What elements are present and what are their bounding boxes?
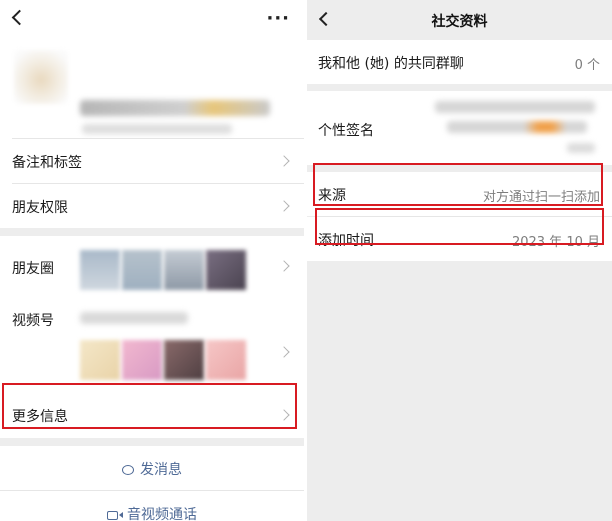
channel-thumbnail (206, 340, 246, 380)
chevron-right-icon (278, 200, 290, 212)
moments-thumbnail (206, 250, 246, 290)
blurred-name (80, 100, 270, 116)
chevron-right-icon (278, 155, 290, 167)
chevron-right-icon (278, 260, 290, 272)
channel-thumbnail (80, 340, 120, 380)
blurred-details (82, 124, 232, 134)
blurred-signature (435, 101, 595, 113)
section-gap (0, 228, 304, 236)
av-call-label: 音视频通话 (127, 507, 197, 521)
highlight-box-source (313, 163, 603, 206)
moments-thumbnail (122, 250, 162, 290)
channel-thumbnail (122, 340, 162, 380)
channel-thumbnail (164, 340, 204, 380)
signature-row: 个性签名 (307, 91, 612, 165)
blurred-channel-name (80, 312, 188, 324)
send-message-button[interactable]: 发消息 (0, 446, 304, 490)
send-message-label: 发消息 (140, 462, 182, 478)
more-icon[interactable]: ··· (266, 8, 290, 29)
remark-tags-row[interactable]: 备注和标签 (0, 139, 304, 183)
page-title: 社交资料 (431, 14, 488, 30)
contact-profile-panel: ··· 备注和标签 朋友权限 朋友圈 视频号 更多信息 发消息 音视频通话 (0, 0, 304, 521)
common-groups-label: 我和他 (她) 的共同群聊 (318, 56, 464, 72)
blurred-signature (567, 143, 595, 153)
top-nav-bar: ··· (0, 0, 304, 40)
section-gap (0, 438, 304, 446)
friend-permission-label: 朋友权限 (12, 200, 68, 216)
video-call-icon (107, 511, 123, 520)
profile-header (0, 40, 304, 138)
moments-thumbnails (80, 250, 246, 290)
friend-permission-row[interactable]: 朋友权限 (0, 184, 304, 228)
top-nav-bar: 社交资料 (307, 0, 612, 40)
highlight-box-added-time (315, 208, 604, 245)
chevron-right-icon (278, 346, 290, 358)
chat-bubble-icon (122, 465, 134, 475)
highlight-box-more-info (2, 383, 297, 429)
avatar[interactable] (14, 50, 68, 104)
signature-label: 个性签名 (318, 123, 374, 139)
blurred-signature (447, 121, 587, 133)
common-groups-value: 0 个 (574, 58, 600, 73)
moments-thumbnail (164, 250, 204, 290)
moments-thumbnail (80, 250, 120, 290)
channels-row[interactable]: 视频号 (0, 296, 304, 392)
channel-thumbnails (80, 340, 246, 380)
moments-label: 朋友圈 (12, 261, 54, 277)
social-profile-panel: 社交资料 我和他 (她) 的共同群聊 0 个 个性签名 来源 对方通过扫一扫添加… (307, 0, 612, 521)
av-call-button[interactable]: 音视频通话 (0, 491, 304, 521)
common-groups-row[interactable]: 我和他 (她) 的共同群聊 0 个 (307, 40, 612, 84)
moments-row[interactable]: 朋友圈 (0, 236, 304, 296)
chevron-left-icon[interactable] (11, 9, 28, 26)
channels-label: 视频号 (12, 313, 54, 329)
remark-tags-label: 备注和标签 (12, 155, 82, 171)
